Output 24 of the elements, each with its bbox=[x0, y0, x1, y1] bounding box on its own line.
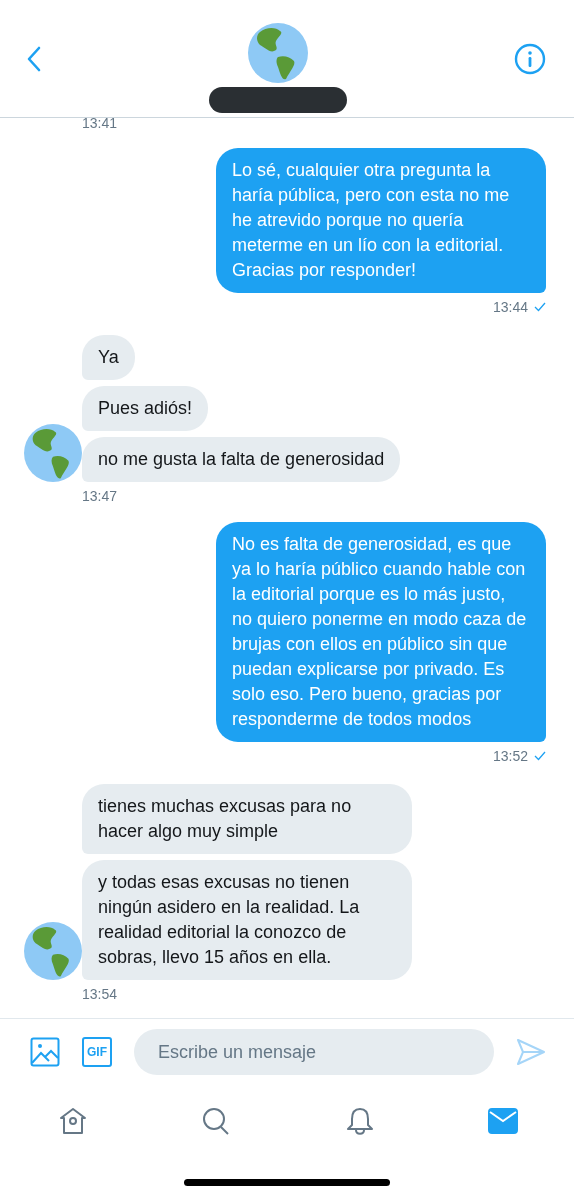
timestamp: 13:52 bbox=[492, 748, 528, 764]
image-icon[interactable] bbox=[30, 1037, 60, 1067]
send-icon[interactable] bbox=[516, 1038, 546, 1066]
timestamp: 13:47 bbox=[82, 488, 118, 504]
message-bubble: Lo sé, cualquier otra pregunta la haría pública, pero con esta no me he atrevido porque no quería meterme en un lío con la editorial. Gracias por responder! bbox=[216, 148, 546, 293]
message-bubble: Ya bbox=[82, 335, 135, 380]
info-icon[interactable] bbox=[514, 42, 546, 75]
message-bubble: Pues adiós! bbox=[82, 386, 209, 431]
message-bubble: No es falta de generosidad, es que ya lo haría público cuando hable con la editorial porque es lo más justo, no quiero ponerme en modo caza de brujas con ellos en público sin que puedan explicarse por privado. Es solo eso. Pero bueno, gracias por responderme de todos modos bbox=[216, 522, 546, 742]
globe-avatar bbox=[248, 22, 308, 83]
back-icon[interactable] bbox=[26, 45, 42, 72]
message-bubble: y todas esas excusas no tienen ningún asidero en la realidad. La realidad editorial la conozco de sobras, llevo 15 años en ella. bbox=[82, 860, 412, 980]
timestamp: 13:41 bbox=[81, 118, 119, 130]
gif-button[interactable]: GIF bbox=[82, 1037, 112, 1067]
message-bubble: no me gusta la falta de generosidad bbox=[82, 437, 401, 482]
bell-icon[interactable] bbox=[344, 1106, 375, 1136]
timestamp: 13:54 bbox=[82, 986, 118, 1002]
message-bubble: tienes muchas excusas para no hacer algo muy simple bbox=[82, 784, 412, 854]
globe-avatar bbox=[24, 424, 82, 482]
message-field[interactable]: Escribe un mensaje bbox=[134, 1029, 494, 1075]
home-icon[interactable] bbox=[58, 1106, 88, 1136]
globe-avatar bbox=[24, 922, 82, 980]
mail-icon[interactable] bbox=[488, 1108, 518, 1134]
timestamp: 13:44 bbox=[492, 299, 528, 315]
